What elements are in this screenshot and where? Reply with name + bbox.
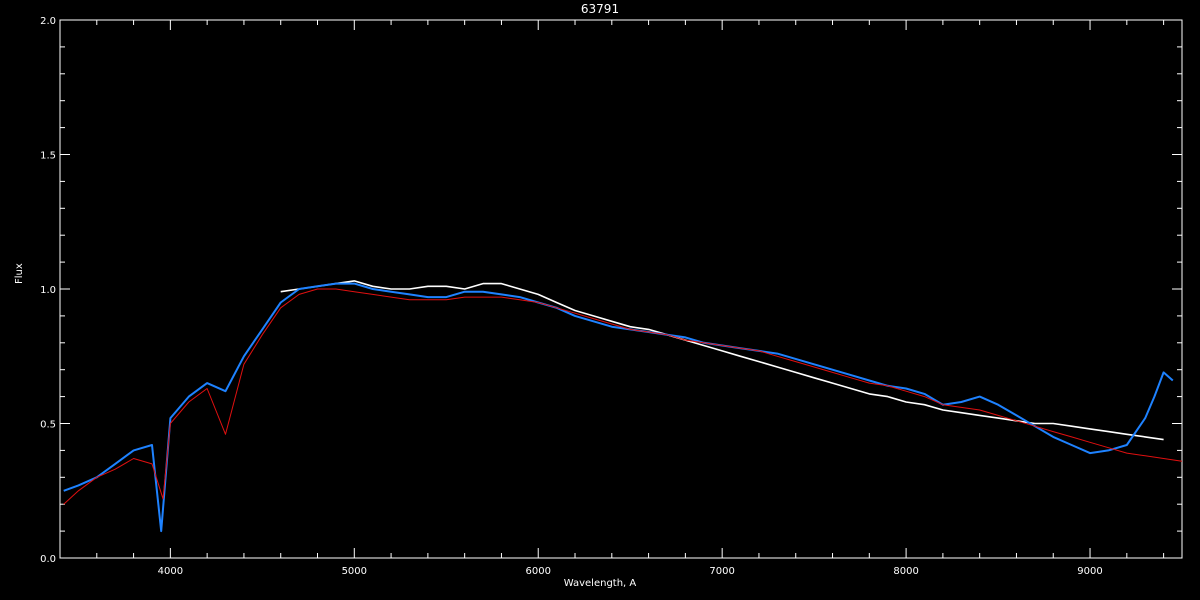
y-tick-label: 0.0 (40, 554, 56, 565)
series-line-0 (280, 280, 1164, 441)
x-tick-label: 5000 (342, 566, 367, 577)
series-line-2 (63, 288, 1183, 505)
x-tick-label: 9000 (1077, 566, 1102, 577)
y-tick-label: 1.5 (40, 151, 56, 162)
x-tick-label: 8000 (893, 566, 918, 577)
series-layer (63, 280, 1183, 533)
x-tick-label: 6000 (526, 566, 551, 577)
y-tick-label: 1.0 (40, 285, 56, 296)
y-axis-label: Flux (14, 263, 25, 284)
spectrum-chart: 4000 5000 6000 7000 8000 9000 0.0 0.5 1.0 1.5 2.0 (40, 16, 1183, 577)
series-line-1 (63, 282, 1174, 533)
x-axis-label: Wavelength, A (563, 578, 637, 589)
axis-ticks: 4000 5000 6000 7000 8000 9000 0.0 0.5 1.0 1.5 2.0 (40, 16, 1182, 577)
y-tick-label: 0.5 (40, 420, 56, 431)
plot-frame (59, 19, 1183, 559)
x-tick-label: 7000 (709, 566, 734, 577)
x-tick-label: 4000 (158, 566, 183, 577)
chart-title: 63791 (580, 2, 620, 16)
y-tick-label: 2.0 (40, 16, 56, 27)
